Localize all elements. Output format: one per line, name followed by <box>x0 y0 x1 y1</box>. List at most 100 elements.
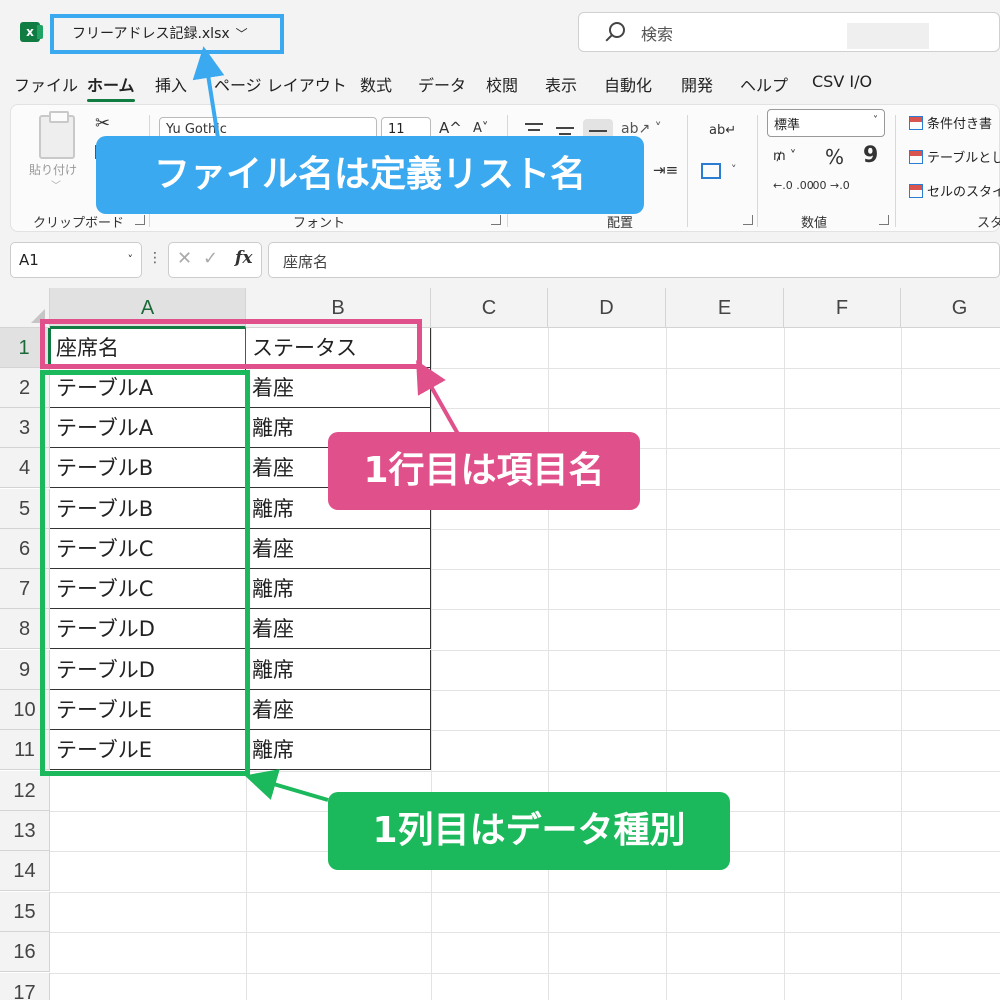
number-format-select[interactable]: 標準 ˅ <box>767 109 885 137</box>
more-options-icon[interactable]: ⋮ <box>148 250 162 266</box>
cell-b2[interactable]: 着座 <box>246 368 431 408</box>
paste-button-label[interactable]: 貼り付け <box>29 161 77 178</box>
chevron-down-icon[interactable]: ˅ <box>128 253 134 266</box>
tab-csv-io[interactable]: CSV I/O <box>812 72 872 91</box>
wrap-text-icon[interactable]: ab↵ <box>709 123 736 138</box>
cell-a2[interactable]: テーブルA <box>50 368 246 408</box>
row-header-6[interactable]: 6 <box>0 529 50 569</box>
comma-style-icon[interactable]: 9 <box>863 143 878 168</box>
chevron-down-icon[interactable]: ˅ <box>731 163 737 176</box>
decrease-font-size-icon[interactable]: A˅ <box>473 121 488 136</box>
decrease-decimal-icon[interactable]: .00 →.0 <box>809 179 850 192</box>
row-header-4[interactable]: 4 <box>0 448 50 488</box>
select-all-corner[interactable] <box>0 288 50 328</box>
tab-insert[interactable]: 挿入 <box>155 72 187 96</box>
column-header-g[interactable]: G <box>901 288 1000 328</box>
row-header-13[interactable]: 13 <box>0 811 50 851</box>
tab-automate[interactable]: 自動化 <box>604 72 652 96</box>
tab-view[interactable]: 表示 <box>545 72 577 96</box>
gridline <box>901 328 902 1000</box>
cell-a9[interactable]: テーブルD <box>50 650 246 690</box>
chevron-down-icon[interactable]: ﹀ <box>236 27 248 41</box>
dialog-launcher-icon[interactable] <box>743 215 753 225</box>
cell-a4[interactable]: テーブルB <box>50 448 246 488</box>
column-header-d[interactable]: D <box>548 288 666 328</box>
formula-input[interactable]: 座席名 <box>268 242 1000 278</box>
chevron-down-icon: ˅ <box>873 115 878 126</box>
cancel-icon[interactable]: ✕ <box>177 248 192 269</box>
cell-styles-button[interactable]: セルのスタイ <box>909 181 1000 200</box>
cell-a1[interactable]: 座席名 <box>50 328 246 368</box>
row-header-10[interactable]: 10 <box>0 690 50 730</box>
row-header-9[interactable]: 9 <box>0 650 50 690</box>
tab-home[interactable]: ホーム <box>87 72 135 102</box>
chevron-down-icon[interactable]: ﹀ <box>51 177 61 192</box>
dialog-launcher-icon[interactable] <box>491 215 501 225</box>
dialog-launcher-icon[interactable] <box>879 215 889 225</box>
tab-data[interactable]: データ <box>418 72 466 96</box>
row-header-17[interactable]: 17 <box>0 973 50 1000</box>
row-header-7[interactable]: 7 <box>0 569 50 609</box>
row-header-12[interactable]: 12 <box>0 771 50 811</box>
column-header-b[interactable]: B <box>246 288 431 328</box>
row-header-16[interactable]: 16 <box>0 932 50 972</box>
cell-a6[interactable]: テーブルC <box>50 529 246 569</box>
row-header-5[interactable]: 5 <box>0 489 50 529</box>
row-header-8[interactable]: 8 <box>0 609 50 649</box>
cell-b7[interactable]: 離席 <box>246 569 431 609</box>
row-header-11[interactable]: 11 <box>0 730 50 770</box>
cell-a7[interactable]: テーブルC <box>50 569 246 609</box>
cell-b11[interactable]: 離席 <box>246 730 431 770</box>
cell-b10[interactable]: 着座 <box>246 690 431 730</box>
conditional-formatting-icon <box>909 116 923 130</box>
row-header-2[interactable]: 2 <box>0 368 50 408</box>
group-separator <box>757 115 758 227</box>
cell-a8[interactable]: テーブルD <box>50 609 246 649</box>
increase-font-size-icon[interactable]: A^ <box>439 119 462 137</box>
search-box[interactable]: 検索 <box>578 12 1000 52</box>
currency-format-icon[interactable]: ₥ ˅ <box>773 149 796 164</box>
orientation-icon[interactable]: ab↗ ˅ <box>621 121 662 137</box>
tab-formulas[interactable]: 数式 <box>360 72 392 96</box>
gridline <box>431 328 432 1000</box>
row-header-1[interactable]: 1 <box>0 328 50 368</box>
format-as-table-label: テーブルとし <box>927 151 1000 166</box>
excel-app-icon: x <box>20 22 43 42</box>
cut-icon[interactable]: ✂ <box>95 113 110 134</box>
tab-developer[interactable]: 開発 <box>681 72 713 96</box>
cell-b6[interactable]: 着座 <box>246 529 431 569</box>
column-header-e[interactable]: E <box>666 288 784 328</box>
column-header-f[interactable]: F <box>784 288 901 328</box>
increase-decimal-icon[interactable]: ←.0 .00 <box>773 179 814 192</box>
column-header-a[interactable]: A <box>50 288 246 328</box>
tab-help[interactable]: ヘルプ <box>740 72 788 96</box>
merge-center-icon[interactable] <box>701 163 721 179</box>
check-icon[interactable]: ✓ <box>203 248 218 269</box>
percent-style-icon[interactable]: % <box>825 145 844 169</box>
file-name-callout: ファイル名は定義リスト名 <box>96 136 644 214</box>
format-as-table-button[interactable]: テーブルとし <box>909 147 1000 166</box>
row-header-15[interactable]: 15 <box>0 892 50 932</box>
cell-b1[interactable]: ステータス <box>246 328 431 368</box>
row-header-14[interactable]: 14 <box>0 851 50 891</box>
paste-icon[interactable] <box>39 111 75 159</box>
increase-indent-icon[interactable]: ⇥≡ <box>653 161 678 179</box>
cell-a5[interactable]: テーブルB <box>50 489 246 529</box>
dialog-launcher-icon[interactable] <box>135 215 145 225</box>
formula-bar: A1 ˅ ⋮ ✕ ✓ fx 座席名 <box>0 232 1000 288</box>
cell-a11[interactable]: テーブルE <box>50 730 246 770</box>
column-header-c[interactable]: C <box>431 288 548 328</box>
tab-review[interactable]: 校閲 <box>486 72 518 96</box>
file-name-title[interactable]: フリーアドレス記録.xlsx ﹀ <box>50 14 284 54</box>
cell-b9[interactable]: 離席 <box>246 650 431 690</box>
conditional-formatting-button[interactable]: 条件付き書 <box>909 113 992 132</box>
tab-page-layout[interactable]: ページ レイアウト <box>214 72 347 96</box>
cell-a10[interactable]: テーブルE <box>50 690 246 730</box>
insert-function-icon[interactable]: fx <box>235 248 252 268</box>
cell-b8[interactable]: 着座 <box>246 609 431 649</box>
cell-a3[interactable]: テーブルA <box>50 408 246 448</box>
row-header-3[interactable]: 3 <box>0 408 50 448</box>
group-separator <box>895 115 896 227</box>
name-box[interactable]: A1 ˅ <box>10 242 142 278</box>
tab-file[interactable]: ファイル <box>14 72 78 96</box>
